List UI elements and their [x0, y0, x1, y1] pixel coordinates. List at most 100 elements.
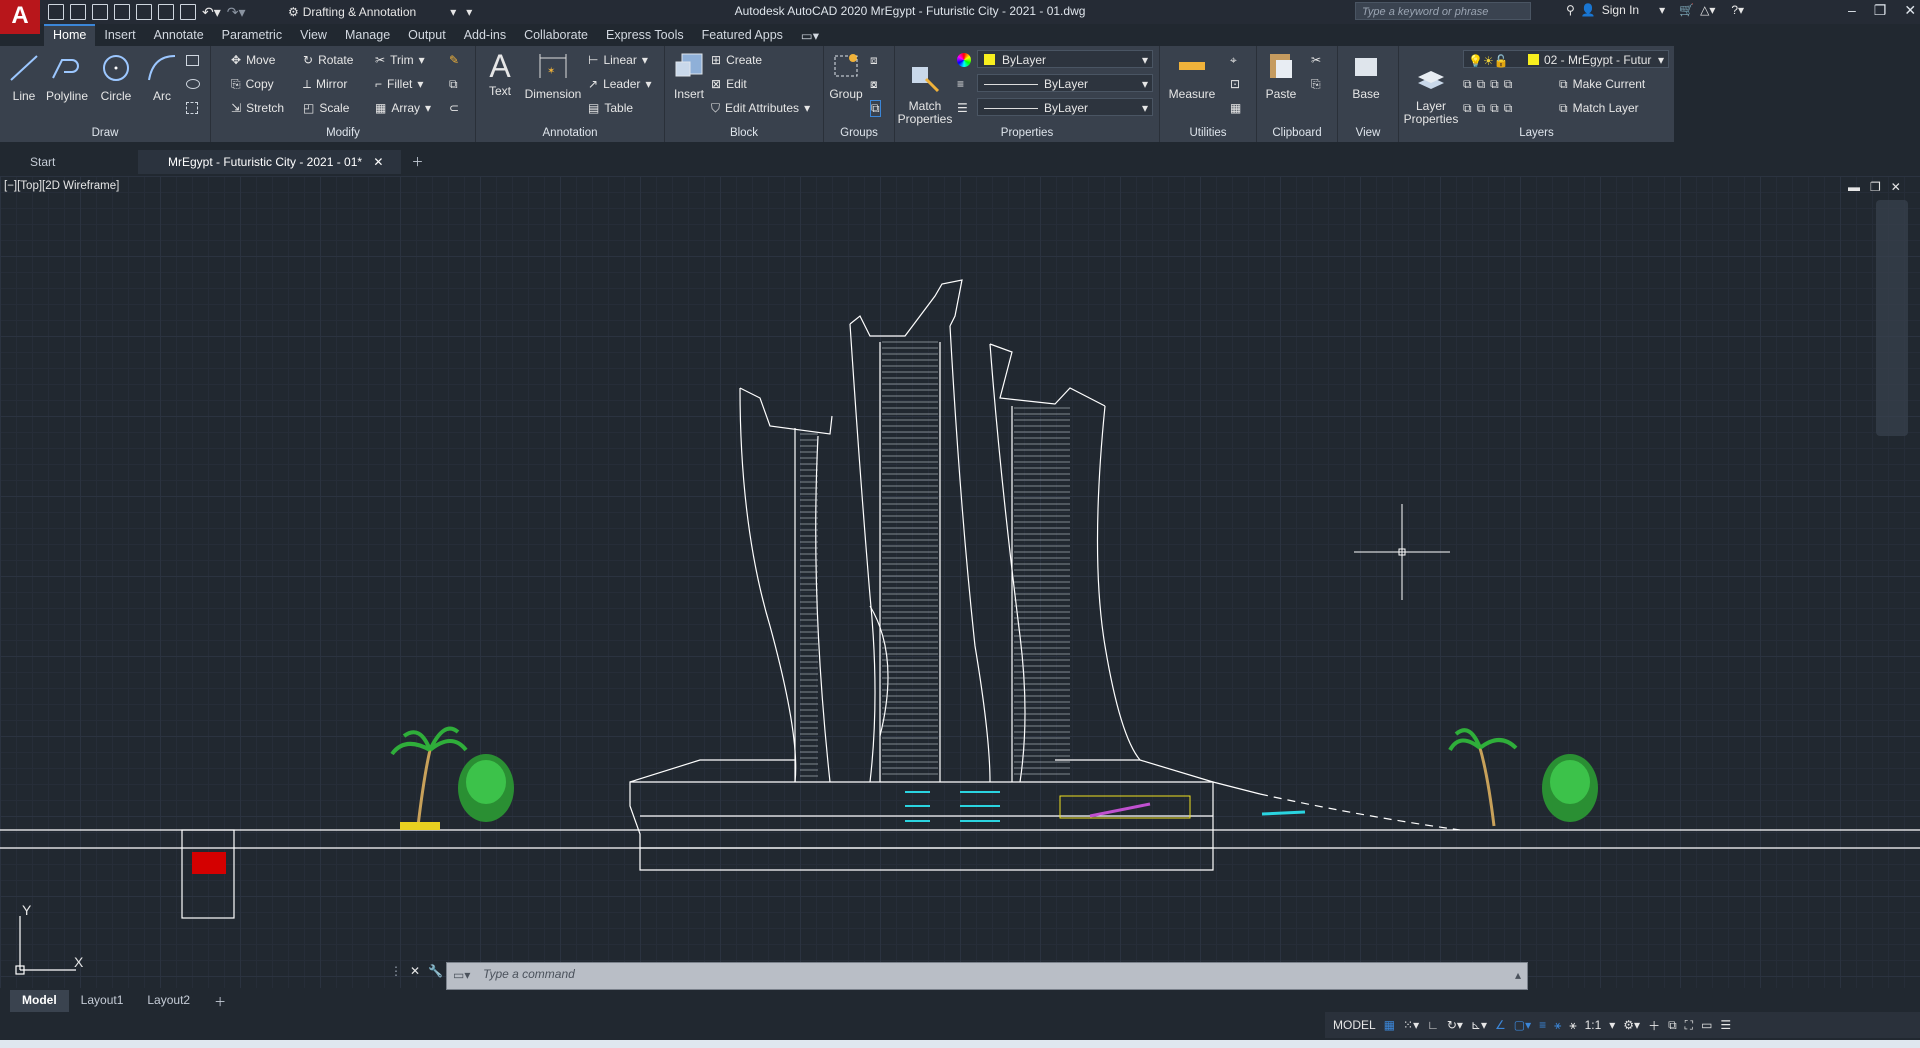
viewport-minimize-button[interactable]: ▬: [1848, 180, 1860, 194]
cart-icon[interactable]: 🛒: [1679, 3, 1694, 17]
scale-button[interactable]: ◰ Scale: [303, 98, 349, 118]
close-icon[interactable]: ✕: [410, 964, 420, 978]
tab-annotate[interactable]: Annotate: [145, 24, 213, 46]
chevron-down-icon[interactable]: ▾: [1659, 3, 1665, 17]
binoculars-icon[interactable]: ⚲: [1566, 3, 1575, 17]
open-web-icon[interactable]: [136, 4, 152, 20]
polar-icon[interactable]: ↻▾: [1447, 1018, 1463, 1032]
customize-qat-icon[interactable]: ▾: [466, 5, 472, 19]
plus-icon[interactable]: ＋: [1648, 1017, 1660, 1034]
quick-select-button[interactable]: ⊡: [1230, 74, 1240, 94]
ribbon-minimize-toggle[interactable]: ▭▾: [792, 24, 828, 46]
rectangle-button[interactable]: [186, 50, 199, 70]
create-block-button[interactable]: ⊞ Create: [711, 50, 762, 70]
osnap-icon[interactable]: ▢▾: [1514, 1018, 1531, 1032]
auto-scale-icon[interactable]: ⚹: [1569, 1018, 1576, 1033]
viewport-restore-button[interactable]: ❐: [1870, 180, 1881, 194]
clean-screen-icon[interactable]: ▭: [1701, 1018, 1712, 1032]
erase-button[interactable]: ✎: [449, 50, 459, 70]
layer-on-icon[interactable]: ⧉: [1463, 101, 1472, 116]
command-line[interactable]: ▭▾ Type a command ▴: [446, 962, 1528, 990]
utilities-panel-title[interactable]: Utilities: [1160, 127, 1256, 139]
sign-in-area[interactable]: ⚲ 👤 Sign In ▾ 🛒 △▾ ?▾: [1566, 3, 1744, 17]
copy-clip-button[interactable]: ⎘: [1311, 74, 1321, 94]
grip-icon[interactable]: ⋮: [390, 964, 402, 978]
new-tab-button[interactable]: ＋: [401, 150, 433, 174]
lineweight-toggle-icon[interactable]: ≡: [1539, 1018, 1546, 1032]
plot-icon[interactable]: [180, 4, 196, 20]
drawing-canvas[interactable]: Y X: [0, 176, 1920, 988]
viewport-controls-label[interactable]: [−][Top][2D Wireframe]: [4, 180, 119, 192]
navigation-bar[interactable]: [1876, 200, 1908, 436]
snap-icon[interactable]: ⁙▾: [1403, 1018, 1419, 1032]
copy-button[interactable]: ⎘ Copy: [231, 74, 274, 94]
groups-panel-title[interactable]: Groups: [824, 127, 894, 139]
make-current-button[interactable]: ⧉ Make Current: [1559, 74, 1645, 94]
tab-collaborate[interactable]: Collaborate: [515, 24, 597, 46]
lineweight-dropdown[interactable]: ByLayer ▾: [977, 98, 1153, 116]
save-web-icon[interactable]: [158, 4, 174, 20]
tab-manage[interactable]: Manage: [336, 24, 399, 46]
color-wheel[interactable]: [957, 50, 971, 70]
redo-icon[interactable]: ↷▾: [227, 4, 246, 21]
layer-unisolate-icon[interactable]: ⧉: [1477, 101, 1486, 116]
offset-button[interactable]: ⊂: [449, 98, 459, 118]
rotate-button[interactable]: ↻ Rotate: [303, 50, 353, 70]
line-button[interactable]: Line: [4, 52, 44, 103]
match-properties-button[interactable]: Match Properties: [897, 50, 953, 139]
annotation-panel-title[interactable]: Annotation: [476, 127, 664, 139]
command-input[interactable]: Type a command: [483, 967, 575, 981]
tab-layout2[interactable]: Layout2: [135, 990, 202, 1012]
group-button[interactable]: Group: [826, 50, 866, 101]
osnap-tracking-icon[interactable]: ∠: [1495, 1018, 1506, 1032]
app-menu-button[interactable]: A: [0, 0, 40, 34]
layer-freeze-icon[interactable]: ⧉: [1490, 77, 1499, 92]
open-file-icon[interactable]: [70, 4, 86, 20]
boundary-button[interactable]: [186, 98, 198, 118]
base-button[interactable]: Base: [1344, 50, 1388, 101]
new-file-icon[interactable]: [48, 4, 64, 20]
explode-button[interactable]: ⧉: [449, 74, 458, 94]
wrench-icon[interactable]: 🔧: [428, 964, 443, 978]
layer-properties-button[interactable]: Layer Properties: [1403, 50, 1459, 139]
measure-button[interactable]: Measure: [1164, 50, 1220, 101]
tab-insert[interactable]: Insert: [95, 24, 144, 46]
cut-button[interactable]: ✂: [1311, 50, 1321, 70]
chevron-down-icon[interactable]: ▾: [1609, 1018, 1615, 1032]
layer-lock-icon[interactable]: ⧉: [1504, 77, 1513, 92]
command-history-icon[interactable]: ▭▾: [453, 968, 470, 982]
array-button[interactable]: ▦ Array ▾: [375, 98, 431, 118]
customize-menu-icon[interactable]: ☰: [1720, 1018, 1731, 1032]
clipboard-panel-title[interactable]: Clipboard: [1257, 127, 1337, 139]
linetype-dropdown[interactable]: ByLayer ▾: [977, 74, 1153, 92]
tab-home[interactable]: Home: [44, 24, 96, 46]
insert-button[interactable]: Insert: [669, 50, 709, 101]
mirror-button[interactable]: ⟂ Mirror: [303, 74, 347, 94]
tab-active-drawing[interactable]: MrEgypt - Futuristic City - 2021 - 01* ✕: [138, 150, 402, 174]
chevron-up-icon[interactable]: ▴: [1515, 968, 1521, 982]
leader-button[interactable]: ↗ Leader ▾: [588, 74, 651, 94]
sign-in-label[interactable]: Sign In: [1602, 3, 1639, 17]
hardware-accel-icon[interactable]: ⛶: [1685, 1018, 1693, 1033]
workspace-gear-icon[interactable]: ⚙▾: [1623, 1018, 1640, 1032]
match-layer-button[interactable]: ⧉ Match Layer: [1559, 98, 1639, 118]
color-dropdown[interactable]: ByLayer ▾: [977, 50, 1153, 68]
tab-express-tools[interactable]: Express Tools: [597, 24, 693, 46]
ungroup-button[interactable]: ⧈: [870, 50, 878, 70]
tab-view[interactable]: View: [291, 24, 336, 46]
group-select-button[interactable]: ⧉: [870, 98, 881, 118]
close-icon[interactable]: ✕: [373, 155, 383, 169]
polyline-button[interactable]: Polyline: [42, 52, 92, 103]
tab-layout1[interactable]: Layout1: [69, 990, 136, 1012]
isolate-objects-icon[interactable]: ⧉: [1668, 1018, 1677, 1033]
tab-start[interactable]: Start: [0, 150, 138, 174]
layer-thaw-icon[interactable]: ⧉: [1490, 101, 1499, 116]
stretch-button[interactable]: ⇲ Stretch: [231, 98, 284, 118]
minimize-button[interactable]: –: [1848, 2, 1856, 19]
close-button[interactable]: ✕: [1904, 2, 1916, 19]
paste-button[interactable]: Paste: [1261, 50, 1301, 101]
ortho-icon[interactable]: ∟: [1427, 1018, 1439, 1032]
annotation-scale[interactable]: 1:1: [1585, 1018, 1602, 1032]
a360-icon[interactable]: △▾: [1700, 3, 1715, 17]
move-button[interactable]: ✥ Move: [231, 50, 275, 70]
